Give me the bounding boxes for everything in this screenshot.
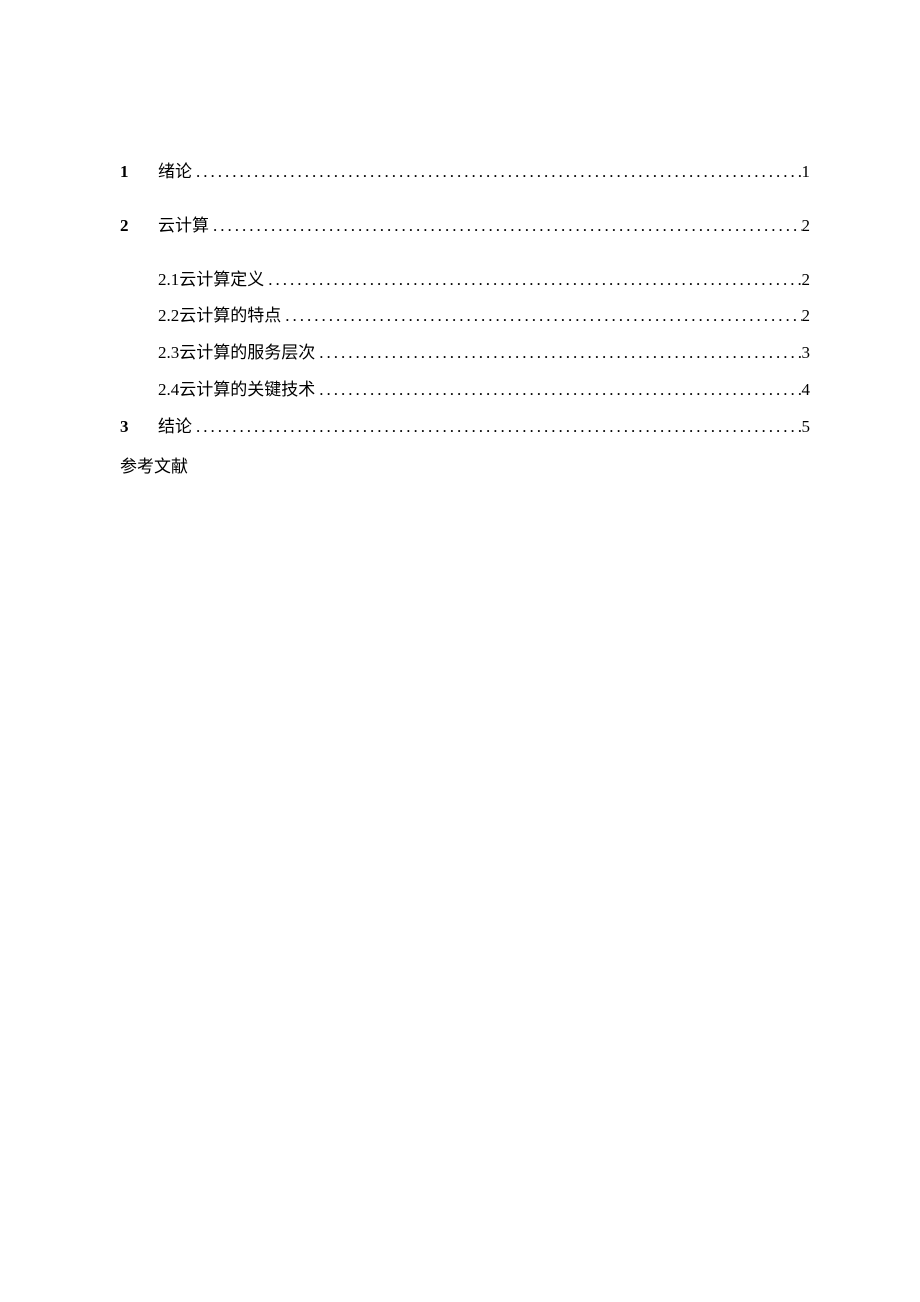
toc-entry: 2.1云计算定义 2 [120, 268, 810, 292]
toc-title: 绪论 [158, 160, 192, 184]
toc-dot-leader [192, 415, 802, 439]
toc-entry: 2 云计算 2 [120, 214, 810, 238]
toc-dot-leader [192, 160, 802, 184]
table-of-contents: 1 绪论 1 2 云计算 2 2.1云计算定义 2 2.2云计算的特点 2 2.… [120, 160, 810, 477]
toc-page: 1 [802, 160, 811, 184]
toc-entry: 1 绪论 1 [120, 160, 810, 184]
toc-number: 2 [120, 214, 158, 238]
toc-entry: 2.2云计算的特点 2 [120, 304, 810, 328]
toc-dot-leader [281, 304, 801, 328]
toc-title: 云计算 [158, 214, 209, 238]
toc-title: 2.1云计算定义 [158, 268, 264, 292]
toc-number: 3 [120, 415, 158, 439]
toc-title: 2.4云计算的关键技术 [158, 378, 315, 402]
toc-page: 4 [802, 378, 811, 402]
toc-dot-leader [315, 378, 801, 402]
toc-title: 2.3云计算的服务层次 [158, 341, 315, 365]
toc-title: 结论 [158, 415, 192, 439]
toc-entry: 2.3云计算的服务层次 3 [120, 341, 810, 365]
toc-number: 1 [120, 160, 158, 184]
toc-page: 2 [802, 268, 811, 292]
toc-dot-leader [315, 341, 801, 365]
toc-dot-leader [264, 268, 801, 292]
toc-page: 2 [802, 304, 811, 328]
toc-page: 5 [802, 415, 811, 439]
toc-entry: 2.4云计算的关键技术 4 [120, 378, 810, 402]
toc-dot-leader [209, 214, 802, 238]
toc-title: 2.2云计算的特点 [158, 304, 281, 328]
toc-page: 3 [802, 341, 811, 365]
toc-entry: 3 结论 5 [120, 415, 810, 439]
toc-references-label: 参考文献 [120, 452, 810, 477]
toc-page: 2 [802, 214, 811, 238]
